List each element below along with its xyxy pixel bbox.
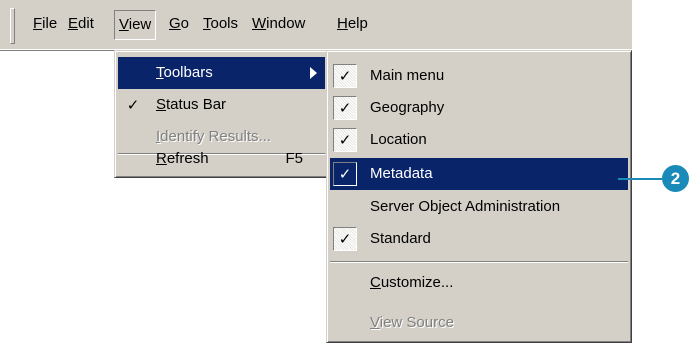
toolbar-item-label: Metadata	[370, 165, 433, 182]
menu-help-text: elp	[347, 15, 368, 32]
refresh-label: Refresh	[156, 143, 209, 175]
view-source-mnemonic: V	[370, 314, 380, 331]
menu-item-customize[interactable]: Customize...	[330, 267, 628, 299]
view-source-label: View Source	[370, 307, 454, 339]
menu-item-view-source: View Source	[330, 307, 628, 339]
toolbar-item-label: Server Object Administration	[370, 198, 561, 215]
menu-view-text: iew	[128, 16, 152, 33]
menu-edit-mnemonic: E	[68, 15, 79, 32]
view-source-label-text: iew Source	[379, 314, 454, 331]
check-icon: ✓	[333, 64, 357, 88]
menu-separator	[330, 261, 628, 263]
menu-item-toolbars[interactable]: Toolbars	[118, 57, 325, 89]
menu-window-text: indow	[266, 15, 306, 32]
toolbar-item-label: Standard	[370, 230, 431, 247]
menu-edit[interactable]: Edit	[63, 10, 99, 38]
toolbar-item-geography[interactable]: ✓ Geography	[330, 92, 628, 124]
menu-go-mnemonic: G	[169, 15, 181, 32]
menu-edit-text: dit	[78, 15, 94, 32]
callout-line	[618, 178, 662, 180]
menu-view[interactable]: View	[114, 10, 157, 40]
submenu-arrow-icon	[310, 67, 317, 79]
menu-tools-text: ools	[210, 15, 239, 32]
toolbar-item-server-object-administration[interactable]: Server Object Administration	[330, 191, 628, 223]
menu-go-text: o	[180, 15, 190, 32]
menu-item-refresh[interactable]: Refresh F5	[118, 143, 325, 175]
customize-mnemonic: C	[370, 274, 381, 291]
menu-go[interactable]: Go	[164, 10, 194, 38]
menu-help[interactable]: Help	[332, 10, 373, 38]
toolbar-grip[interactable]	[10, 8, 15, 44]
menu-file-text: ile	[42, 15, 58, 32]
toolbars-mnemonic: T	[156, 64, 164, 81]
toolbar-item-metadata[interactable]: ✓ Metadata	[330, 158, 628, 190]
check-icon: ✓	[333, 227, 357, 251]
menu-view-mnemonic: V	[119, 16, 129, 33]
toolbar-item-label: Location	[370, 131, 427, 148]
menu-help-mnemonic: H	[337, 15, 348, 32]
refresh-mnemonic: R	[156, 150, 167, 167]
customize-label-text: ustomize...	[380, 274, 454, 291]
toolbar-item-label: Geography	[370, 99, 445, 116]
refresh-shortcut: F5	[285, 150, 303, 167]
check-icon: ✓	[126, 96, 140, 114]
customize-label: Customize...	[370, 267, 453, 299]
status-bar-mnemonic: S	[156, 96, 167, 113]
toolbars-label: Toolbars	[156, 57, 213, 89]
check-icon: ✓	[333, 128, 357, 152]
toolbar-item-location[interactable]: ✓ Location	[330, 124, 628, 156]
menu-tools-mnemonic: T	[203, 15, 211, 32]
menu-item-status-bar[interactable]: ✓ Status Bar	[118, 89, 325, 121]
menu-tools[interactable]: Tools	[198, 10, 243, 38]
callout-number: 2	[662, 165, 689, 192]
refresh-label-text: efresh	[166, 150, 209, 167]
check-icon: ✓	[333, 96, 357, 120]
menu-bar: File Edit View Go Tools Window Help	[0, 0, 632, 51]
toolbar-item-standard[interactable]: ✓ Standard	[330, 223, 628, 255]
menu-window-mnemonic: W	[252, 15, 267, 32]
menu-file[interactable]: File	[28, 10, 62, 38]
toolbars-submenu: ✓ Main menu ✓ Geography ✓ Location ✓ Met…	[326, 50, 632, 343]
status-bar-label: Status Bar	[156, 89, 226, 121]
view-menu: Toolbars ✓ Status Bar Identify Results..…	[114, 50, 329, 178]
toolbars-label-text: oolbars	[163, 64, 213, 81]
toolbar-item-main-menu[interactable]: ✓ Main menu	[330, 60, 628, 92]
menu-window[interactable]: Window	[247, 10, 310, 38]
status-bar-label-text: tatus Bar	[166, 96, 227, 113]
toolbar-item-label: Main menu	[370, 67, 445, 84]
menu-file-mnemonic: F	[33, 15, 43, 32]
check-icon: ✓	[333, 162, 357, 186]
